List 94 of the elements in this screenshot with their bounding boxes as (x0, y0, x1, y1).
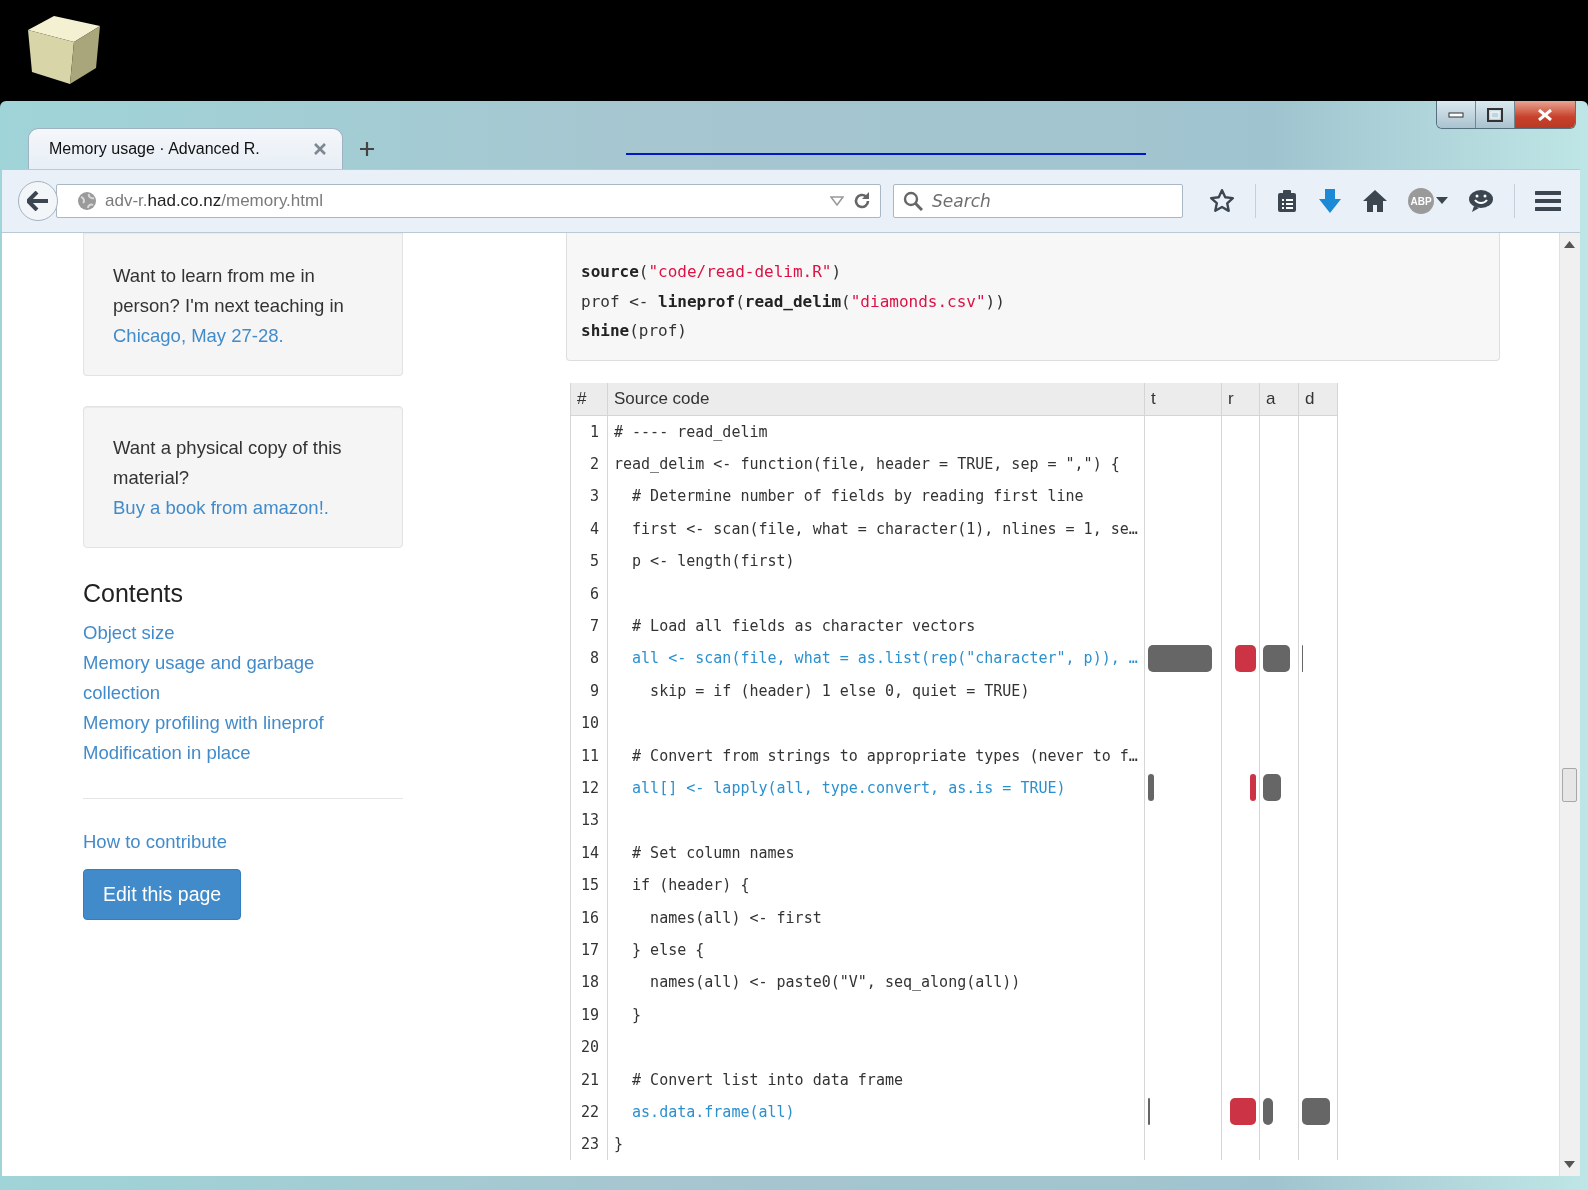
new-tab-icon[interactable] (359, 141, 375, 157)
address-bar[interactable]: adv-r.had.co.nz/memory.html (56, 184, 881, 218)
code-cell: # Determine number of fields by reading first line (607, 480, 1145, 513)
code-line: source("code/read-delim.R") (581, 261, 843, 283)
line-number: 19 (570, 998, 608, 1031)
line-number: 22 (570, 1095, 608, 1129)
code-cell: } else { (607, 933, 1145, 967)
code-line: shine(prof) (581, 320, 688, 342)
code-cell: read_delim <- function(file, header = TRUE, sep = ",") { (607, 447, 1145, 481)
back-arrow-icon (27, 191, 49, 211)
line-number: 10 (570, 707, 608, 740)
edit-page-button[interactable]: Edit this page (83, 869, 242, 920)
contribute-link[interactable]: How to contribute (83, 827, 227, 857)
line-number: 15 (570, 868, 608, 902)
code-cell: first <- scan(file, what = character(1), nlines = 1, se… (607, 512, 1145, 546)
code-cell: as.data.frame(all) (607, 1095, 1145, 1129)
code-cell: all[] <- lapply(all, type.convert, as.is = TRUE) (607, 771, 1145, 805)
minimize-icon (1448, 111, 1464, 118)
code-cell: all <- scan(file, what = as.list(rep("character", p)), … (607, 642, 1145, 675)
code-cell: if (header) { (607, 868, 1145, 902)
line-number: 14 (570, 836, 608, 869)
scrollbar[interactable] (1559, 233, 1580, 1176)
column-header: a (1259, 382, 1299, 415)
line-number: 4 (570, 512, 608, 546)
adblock-button[interactable]: ABP (1408, 188, 1448, 214)
search-field[interactable]: Search (893, 184, 1183, 218)
line-number: 23 (570, 1128, 608, 1161)
line-number: 21 (570, 1063, 608, 1096)
column-header: r (1221, 382, 1260, 415)
notice-text: Want a physical copy of this material? Buy a book from amazon!. (113, 436, 343, 520)
search-icon (903, 191, 923, 211)
line-number: 20 (570, 1030, 608, 1064)
contents-link[interactable]: Object size (83, 618, 175, 648)
column-header: t (1144, 382, 1222, 415)
scroll-up-icon[interactable] (1564, 241, 1575, 248)
caret-icon (1436, 197, 1448, 205)
close-icon (1537, 108, 1553, 121)
contents-link[interactable]: Memory usage and garbage collection (83, 648, 358, 708)
line-number: 16 (570, 901, 608, 934)
close-icon[interactable] (314, 143, 326, 155)
dropdown-icon[interactable] (830, 196, 844, 206)
browser-tab[interactable]: Memory usage · Advanced R. (28, 128, 343, 169)
code-cell: } (607, 1128, 1145, 1161)
line-number: 12 (570, 771, 608, 805)
code-cell: names(all) <- first (607, 901, 1145, 934)
scroll-down-icon[interactable] (1564, 1161, 1575, 1168)
line-number: 7 (570, 609, 608, 643)
notice-text: Want to learn from me in person? I'm next teaching in Chicago, May 27-28. (113, 264, 345, 348)
home-icon[interactable] (1362, 189, 1388, 213)
code-cell: # Convert from strings to appropriate types (never to f… (607, 739, 1145, 772)
line-number: 11 (570, 739, 608, 772)
maximize-icon (1487, 107, 1503, 122)
cube-icon (26, 14, 102, 86)
menu-icon[interactable] (1535, 190, 1561, 212)
line-number: 3 (570, 480, 608, 513)
notice-link[interactable]: Chicago, May 27-28. (113, 325, 284, 346)
globe-icon (77, 191, 97, 211)
code-cell: # Load all fields as character vectors (607, 609, 1145, 643)
speech-bubble-icon[interactable] (1468, 189, 1494, 213)
line-number: 2 (570, 447, 608, 481)
maximize-button[interactable] (1476, 101, 1515, 128)
code-cell: names(all) <- paste0("V", seq_along(all)) (607, 966, 1145, 999)
contents-link[interactable]: Memory profiling with lineprof (83, 708, 324, 738)
url-text: adv-r.had.co.nz/memory.html (105, 191, 324, 211)
scrollbar-thumb[interactable] (1562, 768, 1577, 802)
minimize-button[interactable] (1437, 101, 1476, 128)
code-cell: # ---- read_delim (607, 415, 1145, 448)
adblock-icon: ABP (1408, 188, 1434, 214)
line-number: 18 (570, 966, 608, 999)
contents-link[interactable]: Modification in place (83, 738, 251, 768)
code-cell: # Set column names (607, 836, 1145, 869)
line-number: 13 (570, 804, 608, 837)
code-cell: # Convert list into data frame (607, 1063, 1145, 1096)
code-line: prof <- lineprof(read_delim("diamonds.csv")) (581, 290, 1006, 313)
code-cell: skip = if (header) 1 else 0, quiet = TRUE) (607, 674, 1145, 707)
line-number: 5 (570, 545, 608, 578)
notice-link[interactable]: Buy a book from amazon!. (113, 497, 329, 518)
clipboard-icon[interactable] (1276, 189, 1298, 213)
download-arrow-icon[interactable] (1318, 188, 1342, 214)
code-cell: } (607, 998, 1145, 1031)
line-number: 1 (570, 415, 608, 448)
column-header: # (570, 382, 608, 415)
line-number: 8 (570, 642, 608, 675)
line-number: 17 (570, 933, 608, 967)
back-button[interactable] (18, 181, 58, 221)
reload-icon[interactable] (852, 191, 872, 211)
column-header: d (1298, 382, 1338, 415)
contents-heading: Contents (83, 578, 185, 608)
star-icon[interactable] (1209, 188, 1235, 214)
line-number: 9 (570, 674, 608, 707)
line-number: 6 (570, 577, 608, 610)
close-button[interactable] (1515, 101, 1575, 128)
code-cell: p <- length(first) (607, 545, 1145, 578)
column-header: Source code (607, 382, 1145, 415)
